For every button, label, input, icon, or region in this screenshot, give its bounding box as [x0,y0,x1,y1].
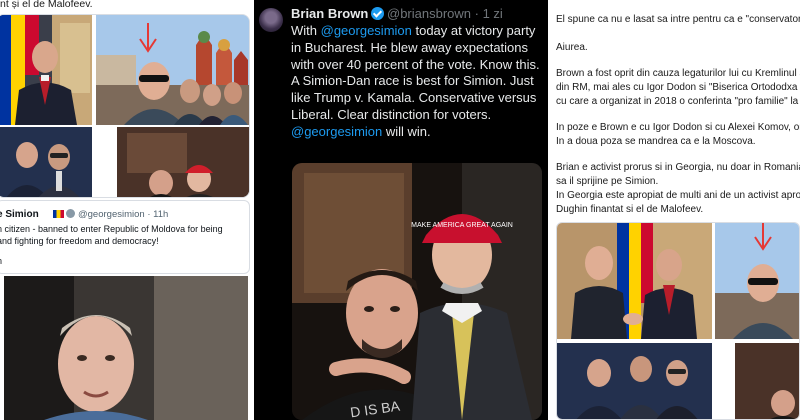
photo-group-indoor[interactable] [0,127,92,197]
quoted-tweet-card[interactable]: e Simion @georgesimion · 11h n citizen -… [0,200,250,274]
post-line: In poze e Brown e cu Igor Dodon si cu Al… [556,122,800,133]
tweet-text-part: will win. [382,123,431,139]
verified-badge-icon [66,209,75,218]
tweet-photo[interactable]: D IS BA MAKE AMERICA GREAT AGAIN [292,163,542,420]
post-line: In Georgia este apropiat de multi ani de… [556,190,800,201]
photo-group-indoor-art [0,127,92,197]
tweet-panel: Brian Brown @briansbrown · 1 zi With @ge… [254,0,548,420]
author-name[interactable]: Brian Brown [291,6,368,21]
post-line: Aiurea. [556,42,588,53]
hat-text: MAKE AMERICA GREAT AGAIN [411,222,513,229]
photo-collage-card[interactable] [0,14,250,198]
video-thumbnail-art [4,276,248,420]
mention-link[interactable]: @georgesimion [321,23,412,38]
tweet-text-part: With [291,23,321,38]
post-line: Brown a fost oprit din cauza legaturilor… [556,68,800,79]
quoted-tweet-time: · 11h [147,209,169,220]
post-line: Dughin finantat si el de Malofeev. [556,204,704,215]
post-line: El spune ca nu e lasat sa intre pentru c… [556,14,800,25]
video-thumbnail[interactable] [4,276,248,420]
author-avatar[interactable] [259,8,283,32]
tweet-photo-art: D IS BA MAKE AMERICA GREAT AGAIN [292,163,542,420]
quoted-tweet-line-2: and fighting for freedom and democracy! [0,236,159,246]
quoted-tweet-author[interactable]: e Simion [0,209,39,220]
photo-collage-art [557,223,799,419]
quoted-tweet-handle-row: @georgesimion · 11h [53,209,168,220]
post-line: cu care a organizat in 2018 o conferinta… [556,96,800,107]
post-line: In a doua poza se mandrea ca e la Moscov… [556,136,756,147]
photo-moscow-selfie-art [96,15,249,125]
moldova-flag-icon [53,210,64,218]
post-line: sa il sprijine pe Simion. [556,176,659,187]
post-text-fragment: nt și el de Malofeev. [0,0,93,10]
quoted-tweet-handle[interactable]: @georgesimion [78,209,145,220]
tweet-text: With @georgesimion today at victory part… [291,23,547,141]
post-line: Brian e activist prorus si in Georgia, n… [556,162,800,173]
photo-dodon-flag[interactable] [0,15,92,125]
photo-hat-indoor-art [117,127,249,197]
quoted-tweet-line-1: n citizen - banned to enter Republic of … [0,224,223,234]
quoted-tweet-line-3: n [0,256,2,266]
photo-dodon-flag-art [0,15,92,125]
photo-moscow-selfie[interactable] [96,15,249,125]
post-line: din RM, mai ales cu Igor Dodon si "Biser… [556,82,800,93]
author-handle-time[interactable]: @briansbrown · 1 zi [387,6,503,21]
photo-collage-card[interactable] [556,222,800,420]
photo-hat-indoor[interactable] [117,127,249,197]
mention-link[interactable]: @georgesimion [291,124,382,139]
right-post-panel: El spune ca nu e lasat sa intre pentru c… [548,0,800,420]
verified-badge-icon [371,7,384,20]
left-post-panel: nt și el de Malofeev. e Simion @georgesi… [0,0,254,420]
